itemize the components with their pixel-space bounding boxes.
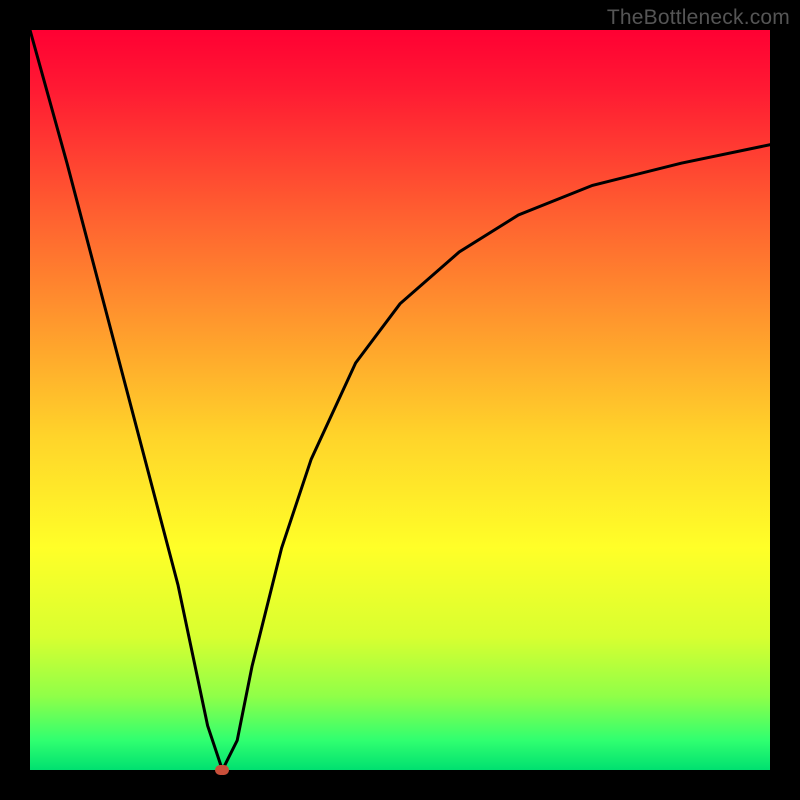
bottleneck-curve (30, 30, 770, 770)
plot-area (30, 30, 770, 770)
watermark-text: TheBottleneck.com (607, 6, 790, 30)
chart-container: TheBottleneck.com (0, 0, 800, 800)
optimum-dot (215, 765, 229, 775)
curve-svg (30, 30, 770, 770)
